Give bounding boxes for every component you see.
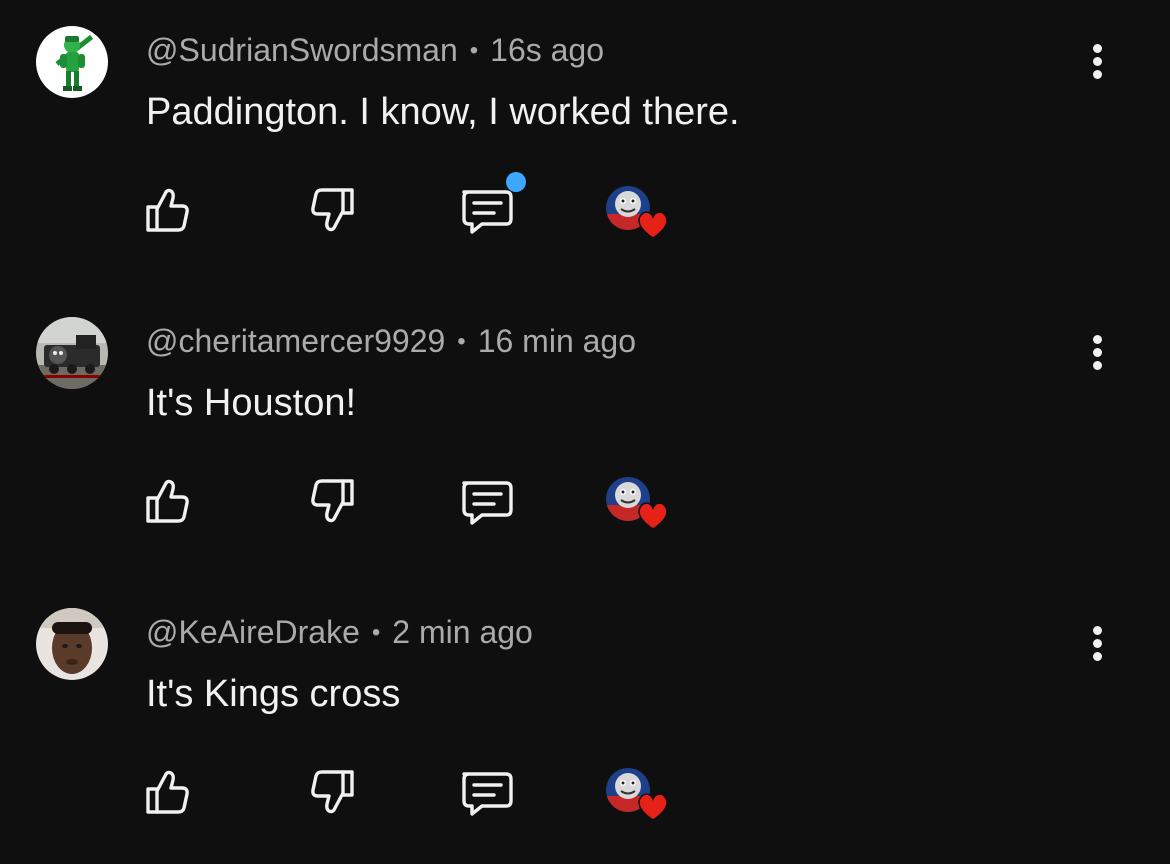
more-options-button[interactable]	[1084, 40, 1112, 84]
like-button[interactable]	[140, 186, 192, 234]
creator-heart-badge	[606, 766, 672, 826]
reply-icon	[462, 481, 513, 525]
reply-notification-dot	[506, 172, 526, 192]
timestamp[interactable]: 16s ago	[490, 32, 604, 68]
more-vertical-icon	[1093, 335, 1102, 344]
comment-actions	[0, 172, 800, 244]
comment-actions	[0, 471, 800, 535]
heart-icon	[638, 502, 668, 530]
more-options-button[interactable]	[1084, 622, 1112, 666]
dislike-button[interactable]	[308, 477, 360, 525]
comment-item: @SudrianSwordsman • 16s ago Paddington. I …	[0, 0, 1170, 290]
avatar[interactable]	[36, 317, 108, 389]
creator-heart-badge	[606, 184, 672, 244]
comment-item: @cheritamercer9929 • 16 min ago It's Houst…	[0, 291, 1170, 581]
comment-item: @KeAireDrake • 2 min ago It's Kings cross	[0, 582, 1170, 864]
thumbs-down-icon	[311, 479, 354, 523]
timestamp[interactable]: 2 min ago	[392, 614, 533, 650]
username[interactable]: @SudrianSwordsman	[146, 32, 458, 68]
comment-text: It's Houston!	[146, 382, 357, 424]
dislike-button[interactable]	[308, 186, 360, 234]
comment-text: Paddington. I know, I worked there.	[146, 91, 740, 133]
like-button[interactable]	[140, 477, 192, 525]
thumbs-up-icon	[146, 770, 189, 814]
reply-button[interactable]	[456, 172, 526, 236]
separator-dot: •	[457, 328, 466, 355]
comment-actions	[0, 762, 800, 826]
separator-dot: •	[371, 619, 381, 646]
comment-meta: @KeAireDrake • 2 min ago	[146, 612, 533, 653]
reply-button[interactable]	[456, 768, 516, 818]
separator-dot: •	[469, 37, 479, 64]
heart-icon	[638, 793, 668, 821]
reply-icon	[462, 190, 513, 234]
heart-icon	[638, 211, 668, 239]
comment-meta: @cheritamercer9929 • 16 min ago	[146, 321, 636, 362]
avatar[interactable]	[36, 26, 108, 98]
username[interactable]: @KeAireDrake	[146, 614, 360, 650]
creator-heart-badge	[606, 475, 672, 535]
comment-meta: @SudrianSwordsman • 16s ago	[146, 30, 604, 71]
thumbs-down-icon	[311, 770, 354, 814]
reply-icon	[462, 772, 513, 816]
comment-text: It's Kings cross	[146, 673, 401, 715]
dislike-button[interactable]	[308, 768, 360, 816]
thumbs-up-icon	[146, 188, 189, 232]
more-vertical-icon	[1093, 626, 1102, 635]
timestamp[interactable]: 16 min ago	[478, 323, 636, 359]
like-button[interactable]	[140, 768, 192, 816]
more-vertical-icon	[1093, 44, 1102, 53]
more-options-button[interactable]	[1084, 331, 1112, 375]
avatar[interactable]	[36, 608, 108, 680]
thumbs-down-icon	[311, 188, 354, 232]
username[interactable]: @cheritamercer9929	[146, 323, 445, 359]
thumbs-up-icon	[146, 479, 189, 523]
reply-button[interactable]	[456, 477, 516, 527]
